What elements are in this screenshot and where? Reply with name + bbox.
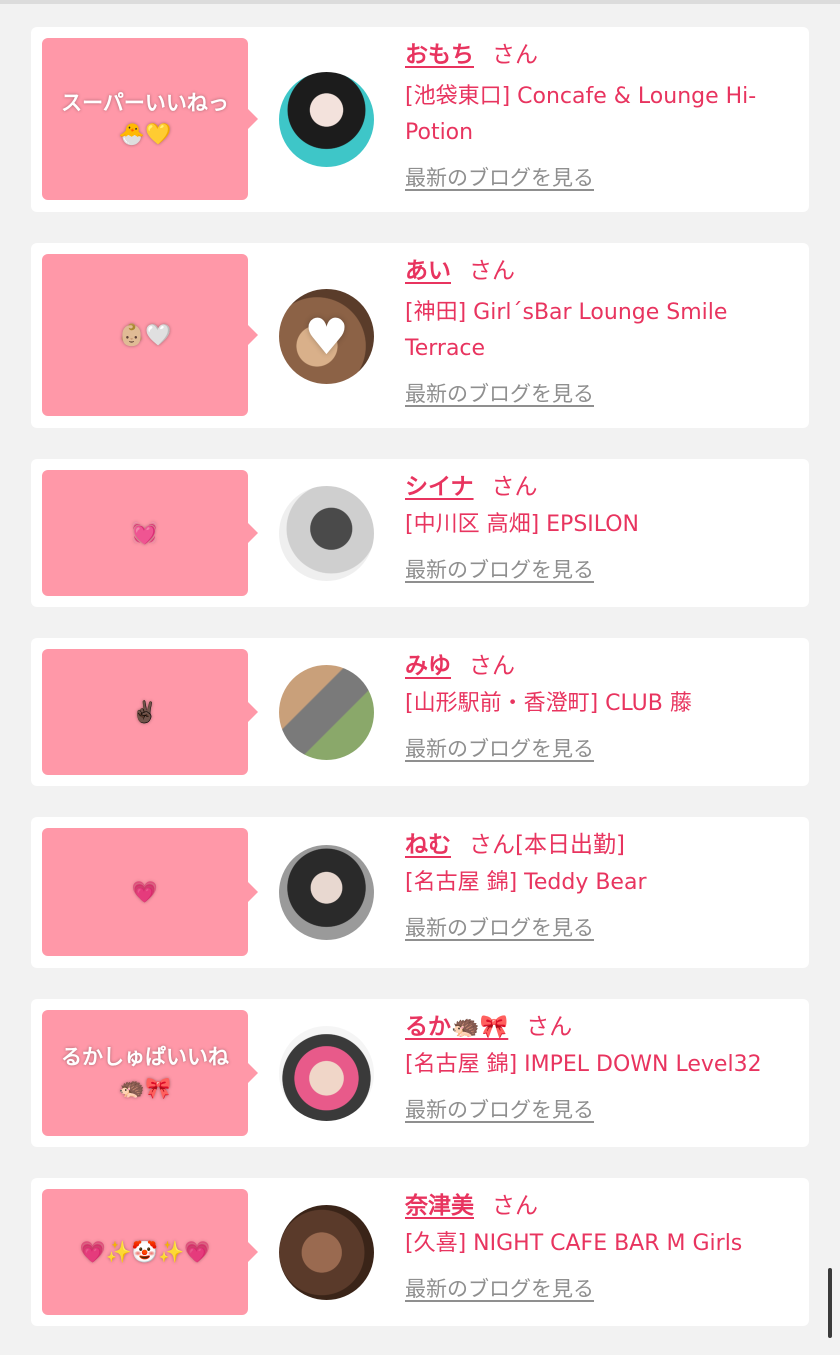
honorific: さん bbox=[492, 42, 538, 68]
view-latest-blog-link[interactable]: 最新のブログを見る bbox=[405, 555, 594, 585]
shop-name[interactable]: [池袋東口] Concafe & Lounge Hi-Potion bbox=[405, 79, 797, 151]
view-latest-blog-link[interactable]: 最新のブログを見る bbox=[405, 913, 594, 943]
shop-name[interactable]: [久喜] NIGHT CAFE BAR M Girls bbox=[405, 1226, 797, 1262]
honorific: さん bbox=[492, 1193, 538, 1219]
user-name-link[interactable]: ねむ bbox=[405, 832, 451, 858]
list-item: るかしゅぱいいね 🦔🎀 るか🦔🎀 さん [名古屋 錦] IMPEL DOWN Le… bbox=[31, 999, 809, 1147]
like-message-bubble: るかしゅぱいいね 🦔🎀 bbox=[42, 1010, 258, 1136]
honorific: さん bbox=[469, 653, 515, 679]
scrollbar[interactable] bbox=[828, 1268, 832, 1338]
heart-icon: ♥ bbox=[304, 307, 349, 366]
like-message-text: 💗✨🤡✨💗 bbox=[79, 1239, 211, 1264]
like-message-text: 💗 bbox=[131, 879, 159, 904]
user-name-link[interactable]: るか🦔🎀 bbox=[405, 1014, 508, 1040]
view-latest-blog-link[interactable]: 最新のブログを見る bbox=[405, 163, 594, 193]
view-latest-blog-link[interactable]: 最新のブログを見る bbox=[405, 379, 594, 409]
avatar[interactable] bbox=[279, 72, 374, 167]
list-item: 💓 シイナ さん [中川区 高畑] EPSILON 最新のブログを見る bbox=[31, 459, 809, 607]
avatar[interactable] bbox=[279, 1026, 374, 1121]
list-item: 👶🏼🤍 ♥ あい さん [神田] Girl´sBar Lounge Smile T… bbox=[31, 243, 809, 428]
like-message-bubble: 👶🏼🤍 bbox=[42, 254, 258, 416]
like-message-bubble: 💗✨🤡✨💗 bbox=[42, 1189, 258, 1315]
like-message-bubble: スーパーいいねっ 🐣💛 bbox=[42, 38, 258, 200]
view-latest-blog-link[interactable]: 最新のブログを見る bbox=[405, 1095, 594, 1125]
user-name-link[interactable]: 奈津美 bbox=[405, 1193, 474, 1219]
like-list: スーパーいいねっ 🐣💛 おもち さん [池袋東口] Concafe & Loung… bbox=[31, 27, 809, 1326]
list-item: 💗✨🤡✨💗 奈津美 さん [久喜] NIGHT CAFE BAR M Girls … bbox=[31, 1178, 809, 1326]
shop-name[interactable]: [名古屋 錦] Teddy Bear bbox=[405, 865, 797, 901]
like-message-text: 👶🏼🤍 bbox=[118, 322, 172, 347]
avatar[interactable] bbox=[279, 1205, 374, 1300]
name-row: おもち さん bbox=[405, 39, 797, 71]
name-row: あい さん bbox=[405, 255, 797, 287]
user-name-link[interactable]: シイナ bbox=[405, 474, 474, 500]
avatar[interactable] bbox=[279, 486, 374, 581]
user-name-link[interactable]: みゆ bbox=[405, 653, 451, 679]
list-item: ✌🏿 みゆ さん [山形駅前・香澄町] CLUB 藤 最新のブログを見る bbox=[31, 638, 809, 786]
name-row: ねむ さん[本日出勤] bbox=[405, 829, 797, 861]
status-label: [本日出勤] bbox=[515, 832, 625, 858]
user-name-link[interactable]: おもち bbox=[405, 42, 474, 68]
like-message-text: 💓 bbox=[131, 520, 159, 545]
shop-name[interactable]: [中川区 高畑] EPSILON bbox=[405, 507, 797, 543]
avatar[interactable] bbox=[279, 665, 374, 760]
name-row: シイナ さん bbox=[405, 471, 797, 503]
shop-name[interactable]: [名古屋 錦] IMPEL DOWN Level32 bbox=[405, 1047, 797, 1083]
like-message-bubble: ✌🏿 bbox=[42, 649, 258, 775]
name-row: 奈津美 さん bbox=[405, 1190, 797, 1222]
list-item: 💗 ねむ さん[本日出勤] [名古屋 錦] Teddy Bear 最新のブログを見… bbox=[31, 817, 809, 968]
user-name-link[interactable]: あい bbox=[405, 258, 451, 284]
like-message-text: るかしゅぱいいね 🦔🎀 bbox=[61, 1045, 229, 1100]
like-message-text: ✌🏿 bbox=[131, 699, 159, 724]
like-message-bubble: 💗 bbox=[42, 828, 258, 956]
top-divider bbox=[0, 0, 840, 4]
like-message-bubble: 💓 bbox=[42, 470, 258, 596]
view-latest-blog-link[interactable]: 最新のブログを見る bbox=[405, 734, 594, 764]
like-message-text: スーパーいいねっ 🐣💛 bbox=[61, 91, 229, 146]
name-row: みゆ さん bbox=[405, 650, 797, 682]
honorific: さん bbox=[526, 1014, 573, 1040]
list-item: スーパーいいねっ 🐣💛 おもち さん [池袋東口] Concafe & Loung… bbox=[31, 27, 809, 212]
honorific: さん bbox=[469, 832, 515, 858]
shop-name[interactable]: [山形駅前・香澄町] CLUB 藤 bbox=[405, 686, 797, 722]
honorific: さん bbox=[491, 474, 538, 500]
shop-name[interactable]: [神田] Girl´sBar Lounge Smile Terrace bbox=[405, 295, 797, 367]
view-latest-blog-link[interactable]: 最新のブログを見る bbox=[405, 1274, 594, 1304]
avatar[interactable] bbox=[279, 845, 374, 940]
name-row: るか🦔🎀 さん bbox=[405, 1011, 797, 1043]
honorific: さん bbox=[469, 258, 515, 284]
avatar[interactable]: ♥ bbox=[279, 289, 374, 384]
